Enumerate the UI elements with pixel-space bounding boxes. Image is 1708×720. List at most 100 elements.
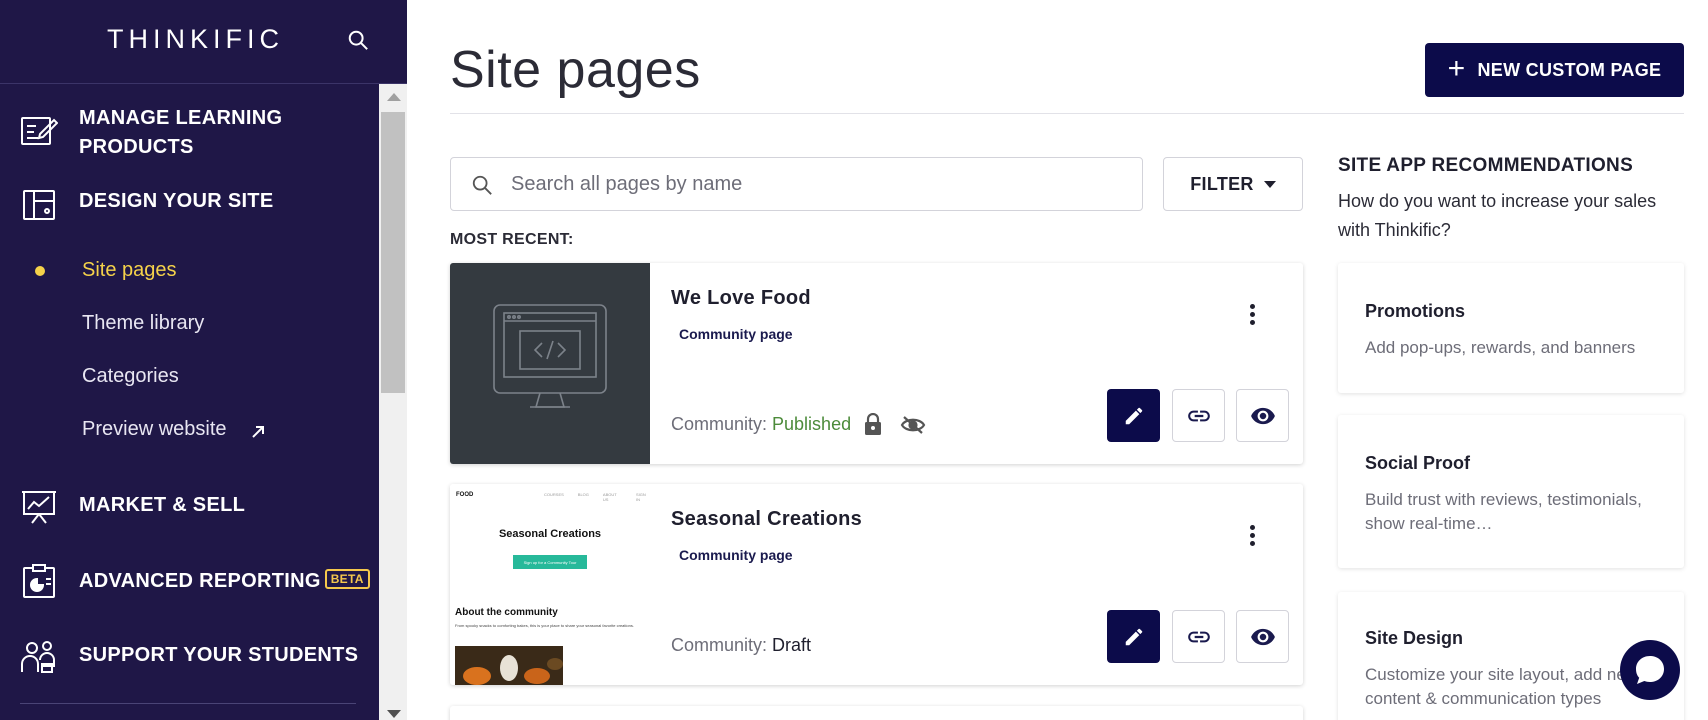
- page-title: Site pages: [450, 41, 701, 99]
- active-indicator-dot: [35, 266, 45, 276]
- sidebar-item-preview-website[interactable]: Preview website: [82, 418, 302, 444]
- eye-icon: [1250, 628, 1275, 645]
- chat-bubble-icon: [1636, 656, 1664, 684]
- thumb-nav-item: SIGN IN: [636, 492, 646, 502]
- page-card[interactable]: We Love Food Community page Community: P…: [450, 263, 1303, 464]
- recommendations-subtitle: How do you want to increase your sales w…: [1338, 191, 1657, 240]
- title-divider: [450, 113, 1684, 114]
- nav-market-sell-label: MARKET & SELL: [79, 494, 246, 516]
- plus-icon: +: [1447, 51, 1466, 85]
- new-custom-page-button[interactable]: + NEW CUSTOM PAGE: [1425, 43, 1684, 97]
- most-recent-label: MOST RECENT:: [450, 231, 574, 248]
- page-title-text[interactable]: We Love Food: [671, 287, 811, 310]
- nav-manage-learning-label: MANAGE LEARNING PRODUCTS: [79, 107, 283, 158]
- nav-support-students-label: SUPPORT YOUR STUDENTS: [79, 644, 359, 666]
- nav-support-students[interactable]: SUPPORT YOUR STUDENTS: [0, 636, 378, 676]
- page-status: Community: Draft: [671, 635, 811, 656]
- edit-page-button[interactable]: [1107, 389, 1160, 442]
- page-title-text[interactable]: Seasonal Creations: [671, 508, 862, 531]
- scroll-up-arrow-icon[interactable]: [387, 93, 401, 101]
- copy-link-button[interactable]: [1172, 389, 1225, 442]
- page-status: Community: Published: [671, 414, 851, 435]
- thumb-cta: Sign up for a Community Tour: [513, 555, 587, 569]
- page-thumbnail: FOOD COURSES BLOG ABOUT US SIGN IN Seaso…: [450, 484, 650, 685]
- market-sell-icon: [22, 491, 56, 524]
- recommendation-desc: Add pop-ups, rewards, and banners: [1365, 338, 1636, 357]
- design-site-icon: [23, 190, 55, 220]
- chat-button[interactable]: [1620, 640, 1680, 700]
- nav-design-site[interactable]: DESIGN YOUR SITE: [0, 184, 378, 224]
- link-icon: [1187, 631, 1210, 642]
- recommendation-card-social-proof[interactable]: Social Proof Build trust with reviews, t…: [1338, 415, 1684, 568]
- more-options-icon[interactable]: [1237, 520, 1267, 550]
- sidebar-item-theme-library[interactable]: Theme library: [82, 312, 204, 335]
- thumb-nav-item: BLOG: [577, 492, 589, 497]
- search-icon: [472, 175, 492, 195]
- sidebar-item-site-pages[interactable]: Site pages: [82, 259, 177, 282]
- page-type-badge: Community page: [679, 547, 793, 563]
- sidebar-scrollbar-thumb[interactable]: [381, 112, 405, 393]
- thumb-heading: Seasonal Creations: [498, 528, 602, 540]
- external-link-icon: [252, 426, 264, 438]
- pumpkin-photo: [455, 646, 563, 685]
- sidebar-divider: [20, 703, 356, 704]
- thumb-section: About the community: [455, 607, 558, 618]
- thumb-nav-item: COURSES: [544, 492, 564, 497]
- nav-market-sell[interactable]: MARKET & SELL: [0, 486, 378, 526]
- beta-badge: BETA: [324, 569, 370, 589]
- advanced-reporting-text: ADVANCED REPORTING: [79, 570, 321, 592]
- search-box: [450, 157, 1143, 211]
- nav-advanced-reporting[interactable]: ADVANCED REPORTING BETA: [0, 561, 378, 601]
- recommendations-title: SITE APP RECOMMENDATIONS: [1338, 155, 1634, 176]
- nav-design-site-label: DESIGN YOUR SITE: [79, 190, 274, 212]
- thinkific-logo[interactable]: THINKIFIC: [107, 24, 284, 55]
- thumb-body: From spooky snacks to comforting bakes, …: [455, 623, 634, 628]
- sidebar-item-categories[interactable]: Categories: [82, 365, 179, 388]
- pencil-icon: [1125, 407, 1142, 424]
- lock-icon: [865, 413, 881, 435]
- preview-website-label: Preview website: [82, 418, 227, 440]
- preview-page-button[interactable]: [1236, 389, 1289, 442]
- copy-link-button[interactable]: [1172, 610, 1225, 663]
- pencil-icon: [1125, 628, 1142, 645]
- code-monitor-icon: [493, 304, 607, 408]
- nav-manage-learning[interactable]: MANAGE LEARNING PRODUCTS: [0, 104, 378, 166]
- filter-label: FILTER: [1190, 173, 1254, 194]
- manage-learning-icon: [21, 117, 58, 145]
- thumb-nav-item: ABOUT US: [602, 492, 617, 502]
- filter-button[interactable]: FILTER: [1163, 157, 1303, 211]
- status-label: Community:: [671, 414, 773, 434]
- recommendation-card-promotions[interactable]: Promotions Add pop-ups, rewards, and ban…: [1338, 263, 1684, 393]
- recommendation-desc: Build trust with reviews, testimonials, …: [1365, 490, 1642, 533]
- status-value: Draft: [772, 635, 812, 655]
- nav-advanced-reporting-label: ADVANCED REPORTING BETA: [79, 569, 370, 593]
- recommendation-name: Site Design: [1365, 628, 1464, 648]
- caret-down-icon: [1263, 180, 1276, 188]
- search-icon[interactable]: [347, 29, 369, 51]
- status-label: Community:: [671, 635, 773, 655]
- page-card[interactable]: FOOD COURSES BLOG ABOUT US SIGN IN Seaso…: [450, 484, 1303, 685]
- sidebar-nav: MANAGE LEARNING PRODUCTS DESIGN YOUR SIT…: [0, 84, 378, 720]
- eye-icon: [1250, 407, 1275, 424]
- scroll-down-arrow-icon[interactable]: [387, 710, 401, 718]
- more-options-icon[interactable]: [1237, 299, 1267, 329]
- search-input[interactable]: [511, 168, 1111, 200]
- recommendation-name: Promotions: [1365, 301, 1466, 321]
- page-type-badge: Community page: [679, 326, 793, 342]
- support-students-icon: [21, 641, 55, 673]
- sidebar-header: THINKIFIC: [0, 0, 407, 84]
- link-icon: [1187, 410, 1210, 421]
- page-card[interactable]: [450, 706, 1303, 720]
- sidebar: THINKIFIC MANAGE LEARNING PRODUCTS DESIG…: [0, 0, 407, 720]
- thumb-nav: COURSES BLOG ABOUT US SIGN IN: [544, 492, 650, 502]
- page-thumbnail: [450, 263, 650, 464]
- preview-page-button[interactable]: [1236, 610, 1289, 663]
- edit-page-button[interactable]: [1107, 610, 1160, 663]
- new-custom-page-label: NEW CUSTOM PAGE: [1477, 59, 1662, 80]
- eye-off-icon: [900, 416, 926, 434]
- recommendation-name: Social Proof: [1365, 453, 1471, 473]
- status-value: Published: [772, 414, 852, 434]
- reporting-icon: [23, 564, 55, 598]
- main-content: Site pages + NEW CUSTOM PAGE FILTER MOST…: [407, 0, 1708, 720]
- thumb-brand: FOOD: [456, 492, 474, 498]
